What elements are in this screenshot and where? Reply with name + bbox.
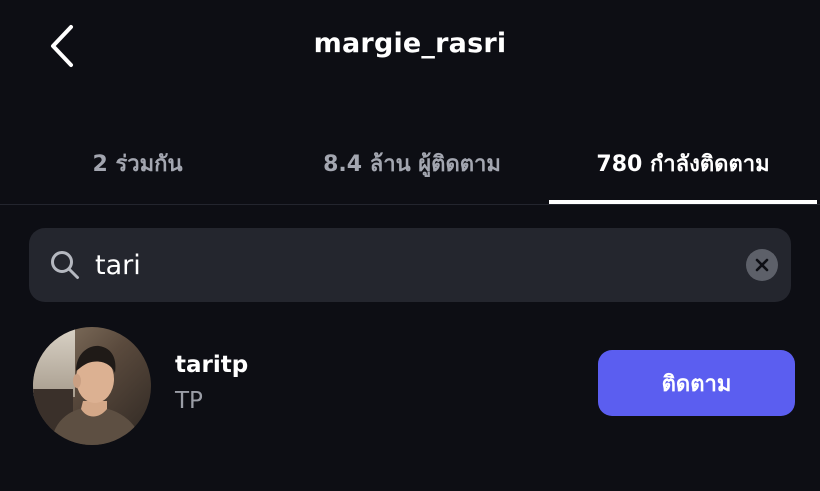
top-bar: margie_rasri bbox=[0, 0, 820, 96]
tab-mutual[interactable]: 2 ร่วมกัน bbox=[0, 126, 275, 204]
avatar-photo bbox=[33, 327, 151, 445]
follow-button[interactable]: ติดตาม bbox=[598, 350, 795, 416]
search-input[interactable] bbox=[95, 242, 695, 288]
result-username: taritp bbox=[175, 352, 249, 378]
clear-search-button[interactable] bbox=[746, 249, 778, 281]
page-title: margie_rasri bbox=[313, 28, 507, 59]
search-bar bbox=[29, 228, 791, 302]
tab-following[interactable]: 780 กำลังติดตาม bbox=[549, 126, 817, 204]
avatar[interactable] bbox=[33, 327, 151, 445]
search-icon bbox=[51, 251, 79, 279]
clear-icon bbox=[755, 258, 769, 272]
active-tab-indicator bbox=[549, 200, 817, 204]
list-item[interactable]: taritp TP ติดตาม bbox=[0, 322, 820, 450]
tab-followers[interactable]: 8.4 ล้าน ผู้ติดตาม bbox=[275, 126, 549, 204]
tab-bar: 2 ร่วมกัน 8.4 ล้าน ผู้ติดตาม 780 กำลังติ… bbox=[0, 126, 820, 205]
result-full-name: TP bbox=[175, 388, 203, 414]
